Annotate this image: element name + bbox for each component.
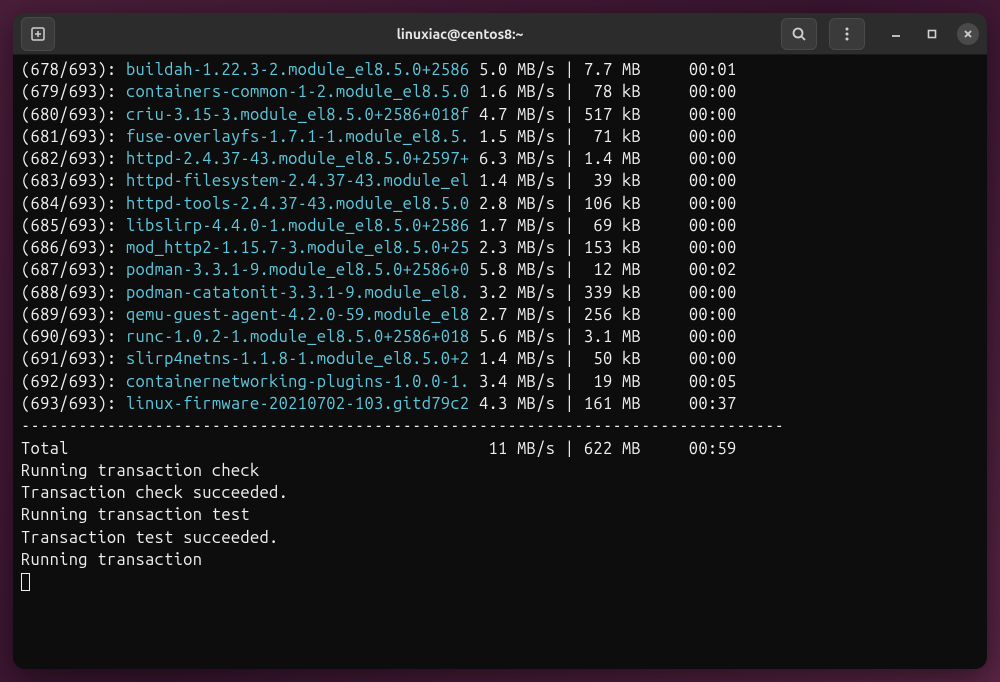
package-line: (681/693): fuse-overlayfs-1.7.1-1.module…: [21, 126, 979, 148]
package-stats: 1.6 MB/s | 78 kB 00:00: [479, 81, 737, 103]
package-stats: 1.4 MB/s | 39 kB 00:00: [479, 170, 737, 192]
package-index: (682/693):: [21, 148, 126, 170]
cursor-line: [21, 571, 979, 593]
package-line: (691/693): slirp4netns-1.1.8-1.module_el…: [21, 348, 979, 370]
package-stats: 1.4 MB/s | 50 kB 00:00: [479, 348, 737, 370]
package-index: (686/693):: [21, 237, 126, 259]
package-name: containers-common-1-2.module_el8.5.0: [126, 81, 479, 103]
close-button[interactable]: [957, 23, 979, 45]
package-index: (684/693):: [21, 193, 126, 215]
package-index: (679/693):: [21, 81, 126, 103]
package-stats: 5.8 MB/s | 12 MB 00:02: [479, 259, 737, 281]
package-name: httpd-2.4.37-43.module_el8.5.0+2597+: [126, 148, 479, 170]
package-line: (684/693): httpd-tools-2.4.37-43.module_…: [21, 193, 979, 215]
total-line: Total 11 MB/s | 622 MB 00:59: [21, 438, 979, 460]
package-name: buildah-1.22.3-2.module_el8.5.0+2586: [126, 59, 479, 81]
package-stats: 5.0 MB/s | 7.7 MB 00:01: [479, 59, 737, 81]
package-name: criu-3.15-3.module_el8.5.0+2586+018f: [126, 104, 479, 126]
package-line: (679/693): containers-common-1-2.module_…: [21, 81, 979, 103]
package-index: (692/693):: [21, 371, 126, 393]
package-index: (689/693):: [21, 304, 126, 326]
package-line: (692/693): containernetworking-plugins-1…: [21, 371, 979, 393]
terminal-window: linuxiac@centos8:~: [13, 13, 987, 669]
package-index: (693/693):: [21, 393, 126, 415]
new-tab-icon: [30, 26, 46, 42]
package-name: podman-3.3.1-9.module_el8.5.0+2586+0: [126, 259, 479, 281]
package-name: podman-catatonit-3.3.1-9.module_el8.: [126, 282, 479, 304]
package-stats: 5.6 MB/s | 3.1 MB 00:00: [479, 326, 737, 348]
cursor: [21, 573, 30, 591]
package-index: (680/693):: [21, 104, 126, 126]
package-stats: 6.3 MB/s | 1.4 MB 00:00: [479, 148, 737, 170]
status-line: Running transaction: [21, 549, 979, 571]
maximize-button[interactable]: [921, 23, 943, 45]
package-name: containernetworking-plugins-1.0.0-1.: [126, 371, 479, 393]
package-line: (680/693): criu-3.15-3.module_el8.5.0+25…: [21, 104, 979, 126]
minimize-button[interactable]: [885, 23, 907, 45]
package-index: (687/693):: [21, 259, 126, 281]
package-stats: 2.8 MB/s | 106 kB 00:00: [479, 193, 737, 215]
package-name: linux-firmware-20210702-103.gitd79c2: [126, 393, 479, 415]
package-line: (686/693): mod_http2-1.15.7-3.module_el8…: [21, 237, 979, 259]
package-name: fuse-overlayfs-1.7.1-1.module_el8.5.: [126, 126, 479, 148]
status-line: Running transaction check: [21, 460, 979, 482]
package-name: httpd-filesystem-2.4.37-43.module_el: [126, 170, 479, 192]
divider: ----------------------------------------…: [21, 415, 979, 437]
package-stats: 4.7 MB/s | 517 kB 00:00: [479, 104, 737, 126]
package-line: (682/693): httpd-2.4.37-43.module_el8.5.…: [21, 148, 979, 170]
package-name: libslirp-4.4.0-1.module_el8.5.0+2586: [126, 215, 479, 237]
package-stats: 3.2 MB/s | 339 kB 00:00: [479, 282, 737, 304]
package-index: (685/693):: [21, 215, 126, 237]
package-stats: 2.3 MB/s | 153 kB 00:00: [479, 237, 737, 259]
package-line: (693/693): linux-firmware-20210702-103.g…: [21, 393, 979, 415]
package-index: (681/693):: [21, 126, 126, 148]
package-line: (688/693): podman-catatonit-3.3.1-9.modu…: [21, 282, 979, 304]
package-line: (690/693): runc-1.0.2-1.module_el8.5.0+2…: [21, 326, 979, 348]
package-line: (678/693): buildah-1.22.3-2.module_el8.5…: [21, 59, 979, 81]
package-line: (689/693): qemu-guest-agent-4.2.0-59.mod…: [21, 304, 979, 326]
package-index: (691/693):: [21, 348, 126, 370]
titlebar-left: [21, 17, 161, 51]
package-index: (683/693):: [21, 170, 126, 192]
package-name: qemu-guest-agent-4.2.0-59.module_el8: [126, 304, 479, 326]
package-stats: 3.4 MB/s | 19 MB 00:05: [479, 371, 737, 393]
kebab-menu-icon: [839, 26, 855, 42]
package-index: (688/693):: [21, 282, 126, 304]
package-line: (687/693): podman-3.3.1-9.module_el8.5.0…: [21, 259, 979, 281]
status-line: Running transaction test: [21, 504, 979, 526]
package-line: (685/693): libslirp-4.4.0-1.module_el8.5…: [21, 215, 979, 237]
package-stats: 1.5 MB/s | 71 kB 00:00: [479, 126, 737, 148]
window-controls: [885, 23, 979, 45]
minimize-icon: [890, 28, 902, 40]
window-title: linuxiac@centos8:~: [161, 26, 759, 42]
search-button[interactable]: [781, 18, 817, 50]
close-icon: [962, 28, 974, 40]
package-name: httpd-tools-2.4.37-43.module_el8.5.0: [126, 193, 479, 215]
package-index: (690/693):: [21, 326, 126, 348]
package-name: mod_http2-1.15.7-3.module_el8.5.0+25: [126, 237, 479, 259]
titlebar-right: [759, 18, 979, 50]
status-line: Transaction test succeeded.: [21, 527, 979, 549]
search-icon: [791, 26, 807, 42]
status-line: Transaction check succeeded.: [21, 482, 979, 504]
maximize-icon: [926, 28, 938, 40]
package-stats: 1.7 MB/s | 69 kB 00:00: [479, 215, 737, 237]
package-stats: 4.3 MB/s | 161 MB 00:37: [479, 393, 737, 415]
window-titlebar: linuxiac@centos8:~: [13, 13, 987, 55]
package-name: runc-1.0.2-1.module_el8.5.0+2586+018: [126, 326, 479, 348]
package-line: (683/693): httpd-filesystem-2.4.37-43.mo…: [21, 170, 979, 192]
package-name: slirp4netns-1.1.8-1.module_el8.5.0+2: [126, 348, 479, 370]
menu-button[interactable]: [829, 18, 865, 50]
package-index: (678/693):: [21, 59, 126, 81]
terminal-output[interactable]: (678/693): buildah-1.22.3-2.module_el8.5…: [13, 55, 987, 669]
new-tab-button[interactable]: [21, 17, 55, 51]
package-stats: 2.7 MB/s | 256 kB 00:00: [479, 304, 737, 326]
